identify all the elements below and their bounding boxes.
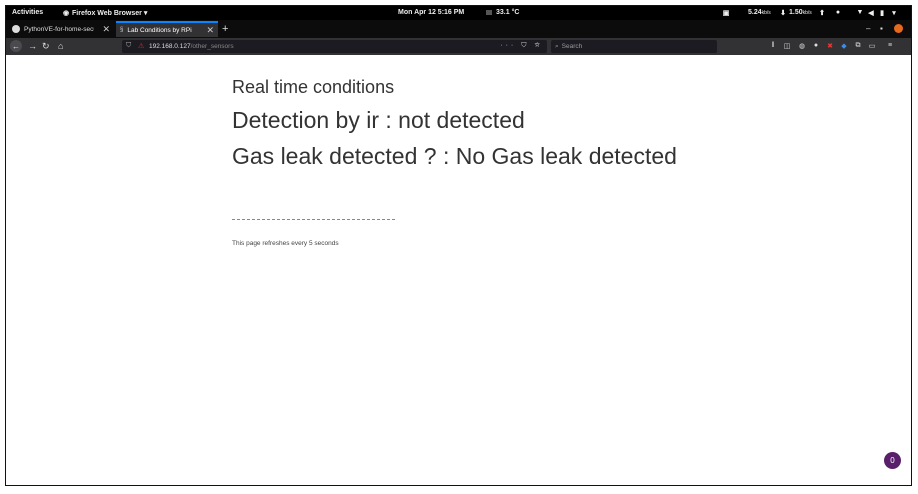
app-menu[interactable]: Firefox Web Browser ▾ bbox=[72, 9, 147, 17]
page-icon: § bbox=[120, 27, 124, 33]
upload-arrow-icon: ⬆ bbox=[819, 9, 825, 17]
minimize-icon[interactable]: – bbox=[866, 24, 870, 33]
net-up-readout[interactable]: 1.50kb/s bbox=[789, 9, 812, 16]
search-field[interactable]: ⌕ Search bbox=[551, 40, 717, 53]
net-down-value: 5.24 bbox=[748, 9, 762, 16]
page-heading: Real time conditions bbox=[232, 77, 395, 97]
refresh-note: This page refreshes every 5 seconds bbox=[232, 240, 339, 247]
net-down-unit: kb/s bbox=[761, 10, 771, 16]
maximize-icon[interactable]: ▪ bbox=[880, 24, 883, 33]
app-menu-caret: ▾ bbox=[143, 10, 148, 17]
insecure-lock-icon[interactable]: ⚠ bbox=[138, 42, 144, 50]
thermometer-icon bbox=[486, 10, 492, 15]
system-menu-caret-icon[interactable]: ▾ bbox=[890, 8, 898, 17]
wifi-icon[interactable]: ▼ bbox=[856, 8, 864, 17]
address-bar[interactable]: ⛉ ⚠ 192.168.0.127/other_sensors ··· ⛉ ☆ bbox=[122, 40, 547, 53]
extension-icon[interactable]: ✖ bbox=[826, 41, 834, 50]
search-placeholder: Search bbox=[561, 43, 583, 50]
firefox-app-icon: ◉ bbox=[62, 9, 70, 17]
activities-button[interactable]: Activities bbox=[12, 9, 43, 16]
page-content: Real time conditions Detection by ir : n… bbox=[6, 55, 911, 485]
battery-icon[interactable]: ▮ bbox=[878, 8, 886, 17]
screen: Activities ◉ Firefox Web Browser ▾ Mon A… bbox=[5, 5, 912, 486]
net-up-unit: kb/s bbox=[802, 10, 812, 16]
close-icon[interactable]: ✕ bbox=[102, 24, 110, 35]
divider bbox=[232, 219, 395, 220]
url-text[interactable]: 192.168.0.127/other_sensors bbox=[149, 43, 234, 50]
tab-label: Lab Conditions by RPi bbox=[127, 26, 192, 34]
volume-icon[interactable]: ◀ bbox=[867, 8, 875, 17]
extension-icon[interactable]: ◍ bbox=[798, 41, 806, 50]
tray-app-icon[interactable]: ● bbox=[834, 8, 842, 17]
net-down-readout[interactable]: 5.24kb/s bbox=[748, 9, 771, 16]
tracking-shield-icon[interactable]: ⛉ bbox=[126, 42, 131, 50]
hamburger-menu-icon[interactable]: ≡ bbox=[886, 41, 894, 50]
url-path: /other_sensors bbox=[190, 43, 234, 50]
screen-icon[interactable]: ▣ bbox=[722, 8, 730, 17]
tab-strip: PythonVE-for-home-secur ✕ § Lab Conditio… bbox=[6, 20, 911, 38]
clock[interactable]: Mon Apr 12 5:16 PM bbox=[398, 9, 464, 16]
ir-detection-status: Detection by ir : not detected bbox=[232, 107, 525, 133]
app-menu-label: Firefox Web Browser bbox=[72, 10, 142, 17]
close-icon[interactable]: ✕ bbox=[206, 25, 214, 36]
gas-leak-status: Gas leak detected ? : No Gas leak detect… bbox=[232, 143, 677, 169]
temperature-readout[interactable]: 33.1 °C bbox=[496, 9, 519, 16]
forward-arrow-icon[interactable]: → bbox=[28, 41, 37, 51]
extension-icon[interactable]: ◆ bbox=[840, 41, 848, 50]
new-tab-button[interactable]: + bbox=[222, 23, 228, 35]
tab-lab-conditions[interactable]: § Lab Conditions by RPi ✕ bbox=[116, 21, 218, 37]
library-icon[interactable]: ‖ bbox=[769, 41, 777, 50]
sidebar-icon[interactable]: ◫ bbox=[783, 41, 791, 50]
tab-pythonve[interactable]: PythonVE-for-home-secur ✕ bbox=[8, 21, 114, 37]
page-actions-menu[interactable]: ··· ⛉ ☆ bbox=[500, 42, 543, 50]
navigation-bar: ← → ↻ ⌂ ⛉ ⚠ 192.168.0.127/other_sensors … bbox=[6, 38, 911, 55]
net-up-value: 1.50 bbox=[789, 9, 803, 16]
system-top-bar: Activities ◉ Firefox Web Browser ▾ Mon A… bbox=[6, 6, 911, 20]
extension-icon[interactable]: ▭ bbox=[868, 41, 876, 50]
github-icon bbox=[12, 25, 20, 33]
download-arrow-icon: ⬇ bbox=[780, 9, 786, 17]
window-close-icon[interactable] bbox=[894, 24, 903, 33]
extension-icon[interactable]: ⧉ bbox=[854, 41, 862, 50]
extension-icon[interactable]: ● bbox=[812, 41, 820, 50]
reload-icon[interactable]: ↻ bbox=[42, 41, 50, 52]
search-icon: ⌕ bbox=[555, 42, 559, 50]
notification-badge[interactable]: 0 bbox=[884, 452, 901, 469]
home-icon[interactable]: ⌂ bbox=[58, 41, 63, 51]
tab-label: PythonVE-for-home-secur bbox=[24, 25, 94, 33]
url-host: 192.168.0.127 bbox=[149, 43, 191, 50]
back-arrow-icon[interactable]: ← bbox=[10, 40, 22, 52]
